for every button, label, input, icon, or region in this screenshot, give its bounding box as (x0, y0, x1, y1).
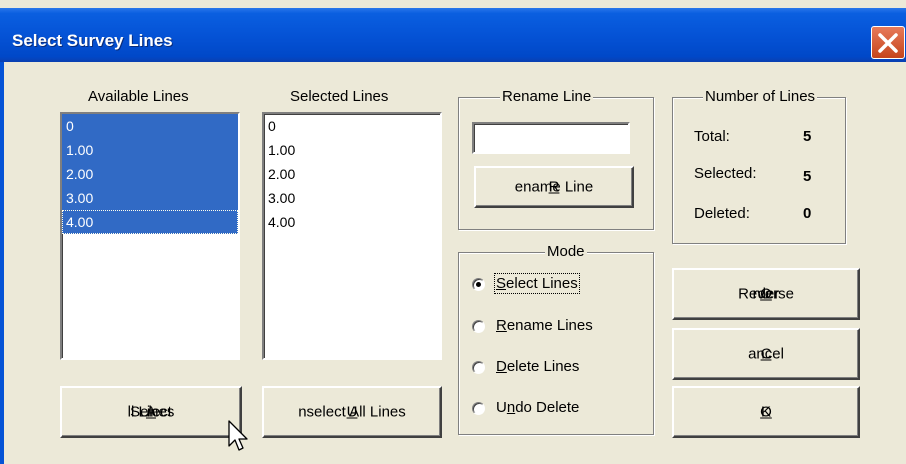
selected-line-item[interactable]: 2.00 (264, 162, 440, 186)
ok-label-post: K (760, 403, 771, 421)
window-frame-left (0, 62, 4, 464)
mode-option-label-key: D (496, 358, 507, 375)
radio-dot (476, 282, 481, 287)
available-line-item[interactable]: 1.00 (62, 138, 238, 162)
mode-option-label[interactable]: Select Lines (494, 273, 580, 294)
selected-line-item[interactable]: 1.00 (264, 138, 440, 162)
radio-button[interactable] (472, 402, 485, 415)
selected-line-item[interactable]: 4.00 (264, 210, 440, 234)
mode-option[interactable]: Undo Delete (472, 398, 642, 420)
rename-line-input-box[interactable] (472, 122, 630, 154)
select-all-lines-button[interactable]: Select All Lines (60, 386, 242, 438)
available-line-item[interactable]: 2.00 (62, 162, 238, 186)
selected-count-value: 5 (803, 168, 812, 185)
total-label: Total: (694, 128, 730, 145)
rename-line-group (458, 97, 654, 230)
reverse-order-button[interactable]: Reverse Order (672, 268, 860, 320)
selected-lines-label: Selected Lines (290, 88, 389, 105)
radio-button[interactable] (472, 361, 485, 374)
rename-line-input[interactable] (476, 126, 626, 150)
dialog-window: Select Survey Lines Available Lines 0 1.0… (0, 0, 906, 464)
rename-line-group-title: Rename Line (500, 88, 594, 105)
unselect-all-lines-button[interactable]: Unselect All Lines (262, 386, 442, 438)
mode-option[interactable]: Select Lines (472, 273, 642, 296)
unselect-all-label-post: nselect All Lines (298, 403, 406, 421)
mode-option-label-pre: U (496, 399, 507, 416)
reverse-order-label-post: rder (752, 285, 780, 303)
available-line-item[interactable]: 0 (62, 114, 238, 138)
available-lines-label: Available Lines (88, 88, 189, 105)
mode-option-label-key: R (496, 317, 507, 334)
selected-count-label: Selected: (694, 165, 757, 182)
radio-button[interactable] (472, 320, 485, 333)
mouse-pointer-icon (228, 420, 248, 451)
close-icon (878, 33, 898, 53)
window-title: Select Survey Lines (12, 31, 173, 50)
mode-option-label-key: n (506, 399, 516, 416)
deleted-label: Deleted: (694, 205, 750, 222)
mode-option[interactable]: Rename Lines (472, 316, 642, 338)
title-bar[interactable]: Select Survey Lines (0, 8, 906, 62)
available-line-item[interactable]: 3.00 (62, 186, 238, 210)
deleted-value: 0 (803, 205, 812, 222)
mode-group-title: Mode (545, 243, 587, 260)
selected-line-item[interactable]: 0 (264, 114, 440, 138)
close-button[interactable] (871, 26, 905, 59)
rename-line-button[interactable]: Rename Line (474, 166, 634, 208)
selected-lines-list[interactable]: 0 1.00 2.00 3.00 4.00 (262, 112, 442, 360)
select-all-label-post: ll Lines (127, 403, 175, 421)
mode-option-label-post: elect Lines (506, 275, 578, 292)
available-line-item[interactable]: 4.00 (62, 210, 238, 234)
rename-line-button-post: ename Line (514, 178, 594, 196)
mode-option-label-post: elete Lines (506, 358, 580, 375)
number-of-lines-group-title: Number of Lines (703, 88, 818, 105)
mode-option-label[interactable]: Delete Lines (496, 358, 579, 375)
ok-button[interactable]: OK (672, 386, 860, 438)
total-value: 5 (803, 128, 812, 145)
mode-option-label-post: do Delete (515, 399, 580, 416)
mode-option-label-post: ename Lines (506, 317, 593, 334)
mode-option-label-key: S (496, 275, 507, 292)
cancel-label-post: ancel (748, 345, 784, 363)
mode-option-label[interactable]: Rename Lines (496, 317, 593, 334)
cancel-button[interactable]: Cancel (672, 328, 860, 380)
available-lines-list[interactable]: 0 1.00 2.00 3.00 4.00 (60, 112, 240, 360)
mode-option-label[interactable]: Undo Delete (496, 399, 579, 416)
radio-button[interactable] (472, 278, 485, 291)
mode-option[interactable]: Delete Lines (472, 357, 642, 379)
selected-line-item[interactable]: 3.00 (264, 186, 440, 210)
